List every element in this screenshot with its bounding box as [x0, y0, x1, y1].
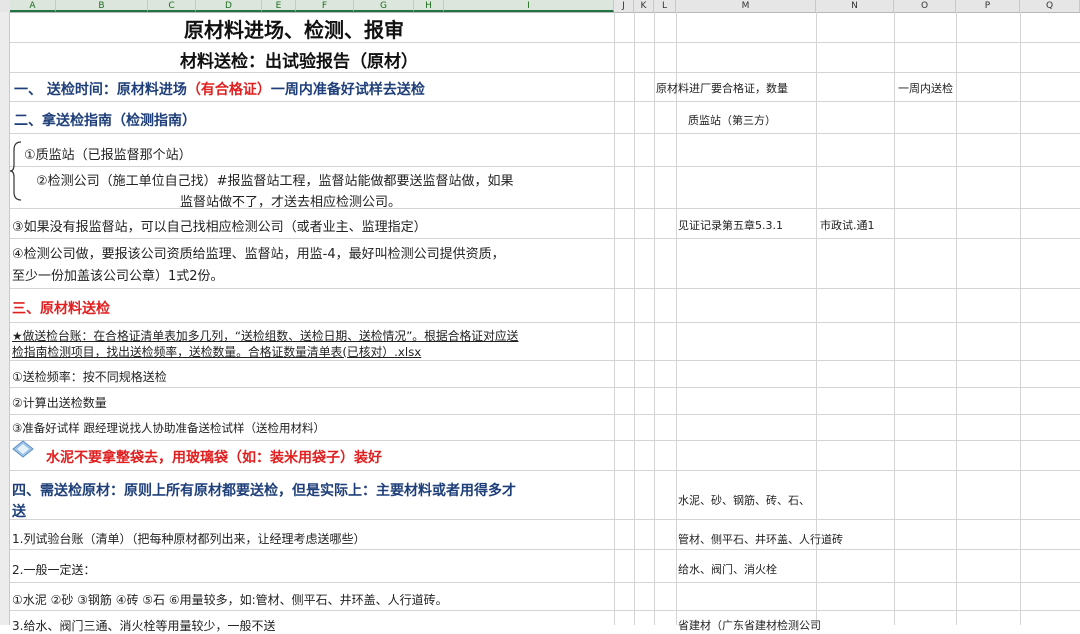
section4-line1[interactable]: 四、需送检原材：原则上所有原材都要送检，但是实际上：主要材料或者用得多才	[12, 480, 516, 500]
row-line	[10, 387, 1080, 388]
column-line	[634, 12, 635, 625]
row-line	[10, 72, 1080, 73]
list1[interactable]: 1.列试验台账（清单）（把每种原材都列出来，让经理考虑送哪些）	[12, 530, 365, 547]
column-header-q[interactable]: Q	[1020, 0, 1080, 12]
section1-row[interactable]: 一、 送检时间：原材料进场（有合格证）一周内准备好试样去送检	[14, 79, 425, 99]
column-line	[1020, 12, 1021, 625]
row-line	[10, 42, 1080, 43]
row-header-bar	[0, 12, 10, 625]
cell-O3[interactable]: 一周内送检	[898, 80, 953, 96]
item4-line2[interactable]: 至少一份加盖该公司公章）1式2份。	[12, 265, 224, 284]
column-header-l[interactable]: L	[654, 0, 676, 12]
row-line	[10, 414, 1080, 415]
cell-M17[interactable]: 给水、阀门、消火栓	[678, 561, 777, 577]
row-line	[10, 208, 1080, 209]
step2[interactable]: ②计算出送检数量	[12, 394, 107, 411]
column-line	[894, 12, 895, 625]
column-line	[654, 12, 655, 625]
column-header-n[interactable]: N	[816, 0, 894, 12]
diamond-arrows-icon	[12, 440, 34, 458]
row-line	[10, 166, 1080, 167]
row-line	[10, 582, 1080, 583]
row-line	[10, 610, 1080, 611]
cell-M16[interactable]: 管材、侧平石、井环盖、人行道砖	[678, 531, 843, 547]
page-title: 原材料进场、检测、报审	[184, 18, 404, 42]
ledger-link-line2[interactable]: 检指南检测项目，找出送检频率，送检数量。合格证数量清单表(已核对）.xlsx	[12, 343, 421, 360]
cell-M4[interactable]: 质监站（第三方）	[688, 112, 776, 128]
page-subtitle: 材料送检：出试验报告（原材）	[180, 52, 418, 72]
column-header-c[interactable]: C	[148, 0, 196, 12]
row-line	[10, 101, 1080, 102]
row-line	[10, 322, 1080, 323]
column-line	[614, 12, 615, 625]
cell-M15[interactable]: 水泥、砂、钢筋、砖、石、	[678, 492, 810, 508]
row-line	[10, 440, 1080, 441]
column-header-a[interactable]: A	[10, 0, 56, 12]
column-header-f[interactable]: F	[296, 0, 354, 12]
cell-L3[interactable]: 原材料进厂要合格证，数量	[656, 80, 788, 96]
column-line	[956, 12, 957, 625]
section1-prefix: 一、 送检时间：原材料进场	[14, 82, 187, 98]
item4-line1[interactable]: ④检测公司做，要报该公司资质给监理、监督站，用监-4，最好叫检测公司提供资质，	[12, 243, 505, 262]
column-header-b[interactable]: B	[56, 0, 148, 12]
column-header-j[interactable]: J	[614, 0, 634, 12]
column-header-p[interactable]: P	[956, 0, 1020, 12]
column-header-k[interactable]: K	[634, 0, 654, 12]
row-line	[10, 238, 1080, 239]
list2[interactable]: 2.一般一定送：	[12, 561, 95, 578]
row-line	[10, 360, 1080, 361]
step1[interactable]: ①送检频率：按不同规格送检	[12, 368, 167, 385]
row-line	[10, 519, 1080, 520]
section1-suffix: 一周内准备好试样去送检	[270, 82, 425, 98]
column-header-e[interactable]: E	[262, 0, 296, 12]
section1-highlight: （有合格证）	[186, 82, 271, 98]
cement-note[interactable]: 水泥不要拿整袋去，用玻璃袋（如：装米用袋子）装好	[46, 447, 382, 467]
cell-M7[interactable]: 见证记录第五章5.3.1	[678, 217, 783, 233]
column-header-g[interactable]: G	[354, 0, 414, 12]
column-header-o[interactable]: O	[894, 0, 956, 12]
ledger-link-line1[interactable]: ★做送检台账：在合格证清单表加多几列，“送检组数、送检日期、送检情况”。根据合格…	[12, 327, 518, 344]
cell-N7[interactable]: 市政试.通1	[820, 217, 875, 233]
item1[interactable]: ①质监站（已报监督那个站）	[24, 144, 192, 163]
section4-line2: 送	[12, 504, 26, 520]
item2-line1[interactable]: ②检测公司（施工单位自己找）#报监督站工程，监督站能做都要送监督站做，如果	[36, 170, 514, 189]
row-line	[10, 549, 1080, 550]
row-line	[10, 133, 1080, 134]
section3-label[interactable]: 三、原材料送检	[12, 298, 110, 318]
row-line	[10, 470, 1080, 471]
step3[interactable]: ③准备好试样 跟经理说找人协助准备送检试样（送检用材料）	[12, 420, 325, 436]
item3[interactable]: ③如果没有报监督站，可以自己找相应检测公司（或者业主、监理指定）	[12, 216, 427, 235]
row-line	[10, 288, 1080, 289]
column-header-h[interactable]: H	[414, 0, 444, 12]
list3[interactable]: ①水泥 ②砂 ③钢筋 ④砖 ⑤石 ⑥用量较多，如:管材、侧平石、井环盖、人行道砖…	[12, 591, 448, 608]
section2-label[interactable]: 二、拿送检指南（检测指南）	[14, 110, 196, 130]
item2-line2[interactable]: 监督站做不了，才送去相应检测公司。	[180, 191, 401, 210]
column-header-m[interactable]: M	[676, 0, 816, 12]
column-header-d[interactable]: D	[196, 0, 262, 12]
cell-M19[interactable]: 省建材（广东省建材检测公司	[678, 617, 821, 633]
column-header-i[interactable]: I	[444, 0, 614, 12]
brace-icon	[9, 141, 22, 201]
list4-partial[interactable]: 3.给水、阀门三通、消火栓等用量较少，一般不送	[12, 617, 275, 634]
column-line	[676, 12, 677, 625]
